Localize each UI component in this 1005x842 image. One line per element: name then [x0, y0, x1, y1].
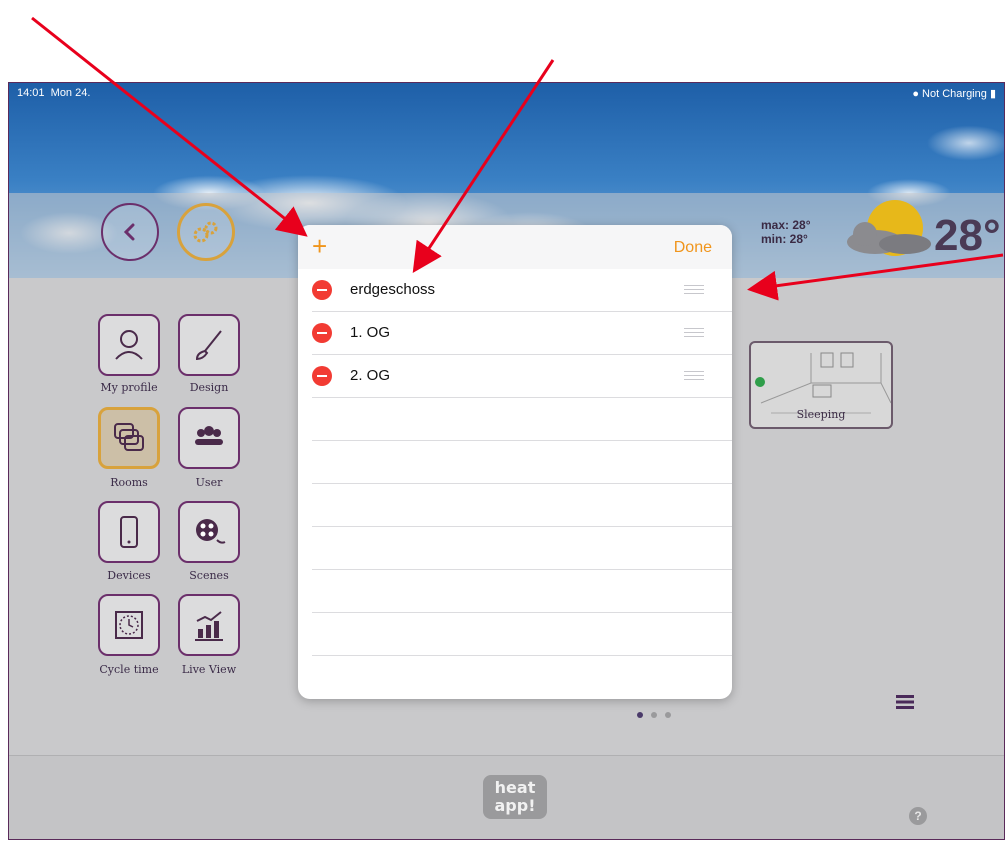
delete-icon[interactable]	[312, 366, 332, 386]
modal-header: + Done	[298, 225, 732, 269]
reorder-grip-icon[interactable]	[684, 371, 704, 380]
devices-label: Devices	[107, 569, 151, 582]
page-indicator[interactable]	[637, 705, 679, 723]
status-time: 14:01	[17, 87, 45, 99]
design-label: Design	[189, 381, 229, 394]
scenes-label: Scenes	[189, 569, 229, 582]
empty-row	[312, 570, 732, 613]
logo-line-1: heat	[494, 778, 536, 797]
empty-row	[312, 527, 732, 570]
list-item-label: 1. OG	[350, 324, 391, 341]
wifi-icon: ●	[912, 88, 919, 100]
empty-row	[312, 441, 732, 484]
help-button[interactable]: ?	[909, 807, 927, 825]
profile-icon	[115, 330, 143, 360]
list-item[interactable]: 2. OG	[312, 355, 732, 398]
page-dot-2[interactable]	[651, 712, 657, 718]
heatapp-logo: heat app!	[483, 775, 547, 819]
rooms-edit-modal: + Done erdgeschoss 1. OG 2. OG	[298, 225, 732, 699]
user-tile[interactable]	[178, 407, 240, 469]
design-tile[interactable]	[178, 314, 240, 376]
cycle-time-tile[interactable]	[98, 594, 160, 656]
page-dot-1[interactable]	[637, 712, 643, 718]
weather-max: max: 28°	[761, 218, 811, 232]
room-name: Sleeping	[796, 408, 846, 421]
settings-button[interactable]	[177, 203, 235, 261]
cloud-sun-icon	[847, 200, 931, 256]
cycle-time-label: Cycle time	[99, 663, 159, 676]
room-card-sleeping[interactable]: Sleeping	[749, 341, 893, 429]
devices-tile[interactable]	[98, 501, 160, 563]
rooms-label: Rooms	[110, 476, 148, 489]
reorder-grip-icon[interactable]	[684, 285, 704, 294]
live-view-label: Live View	[181, 663, 237, 676]
status-time-date: 14:01 Mon 24.	[17, 87, 90, 99]
list-item[interactable]: erdgeschoss	[312, 269, 732, 312]
list-item-label: erdgeschoss	[350, 281, 436, 298]
user-label: User	[195, 476, 223, 489]
list-item-label: 2. OG	[350, 367, 391, 384]
smartphone-icon	[120, 516, 138, 548]
add-button[interactable]: +	[312, 231, 327, 261]
status-battery: ● Not Charging ▮	[912, 87, 996, 100]
status-bar: 14:01 Mon 24. ● Not Charging ▮	[9, 83, 1004, 103]
bar-chart-icon	[195, 611, 223, 641]
hamburger-menu-icon[interactable]	[896, 694, 916, 710]
battery-icon: ▮	[989, 88, 996, 100]
page-dot-3[interactable]	[665, 712, 671, 718]
users-icon	[195, 426, 223, 445]
gears-icon	[193, 221, 218, 243]
current-temperature: 28°	[934, 211, 1001, 260]
my-profile-label: My profile	[100, 381, 158, 394]
chevron-left-icon	[123, 223, 135, 241]
live-view-tile[interactable]	[178, 594, 240, 656]
rooms-icon	[114, 423, 144, 451]
my-profile-tile[interactable]	[98, 314, 160, 376]
scenes-tile[interactable]	[178, 501, 240, 563]
done-button[interactable]: Done	[674, 239, 712, 257]
weather-min: min: 28°	[761, 232, 808, 246]
paintbrush-icon	[195, 330, 222, 361]
status-ok-indicator	[755, 377, 765, 387]
clock-icon	[115, 611, 143, 639]
logo-line-2: app!	[494, 796, 536, 815]
back-button[interactable]	[101, 203, 159, 261]
delete-icon[interactable]	[312, 280, 332, 300]
empty-row	[312, 484, 732, 527]
empty-row	[312, 613, 732, 656]
status-date: Mon 24.	[50, 87, 91, 99]
rooms-tile[interactable]	[98, 407, 160, 469]
reorder-grip-icon[interactable]	[684, 328, 704, 337]
battery-status-text: Not Charging	[922, 88, 987, 100]
film-reel-icon	[196, 519, 226, 544]
empty-row	[312, 398, 732, 441]
delete-icon[interactable]	[312, 323, 332, 343]
list-item[interactable]: 1. OG	[312, 312, 732, 355]
weather-minmax: max: 28° min: 28°	[761, 218, 811, 246]
